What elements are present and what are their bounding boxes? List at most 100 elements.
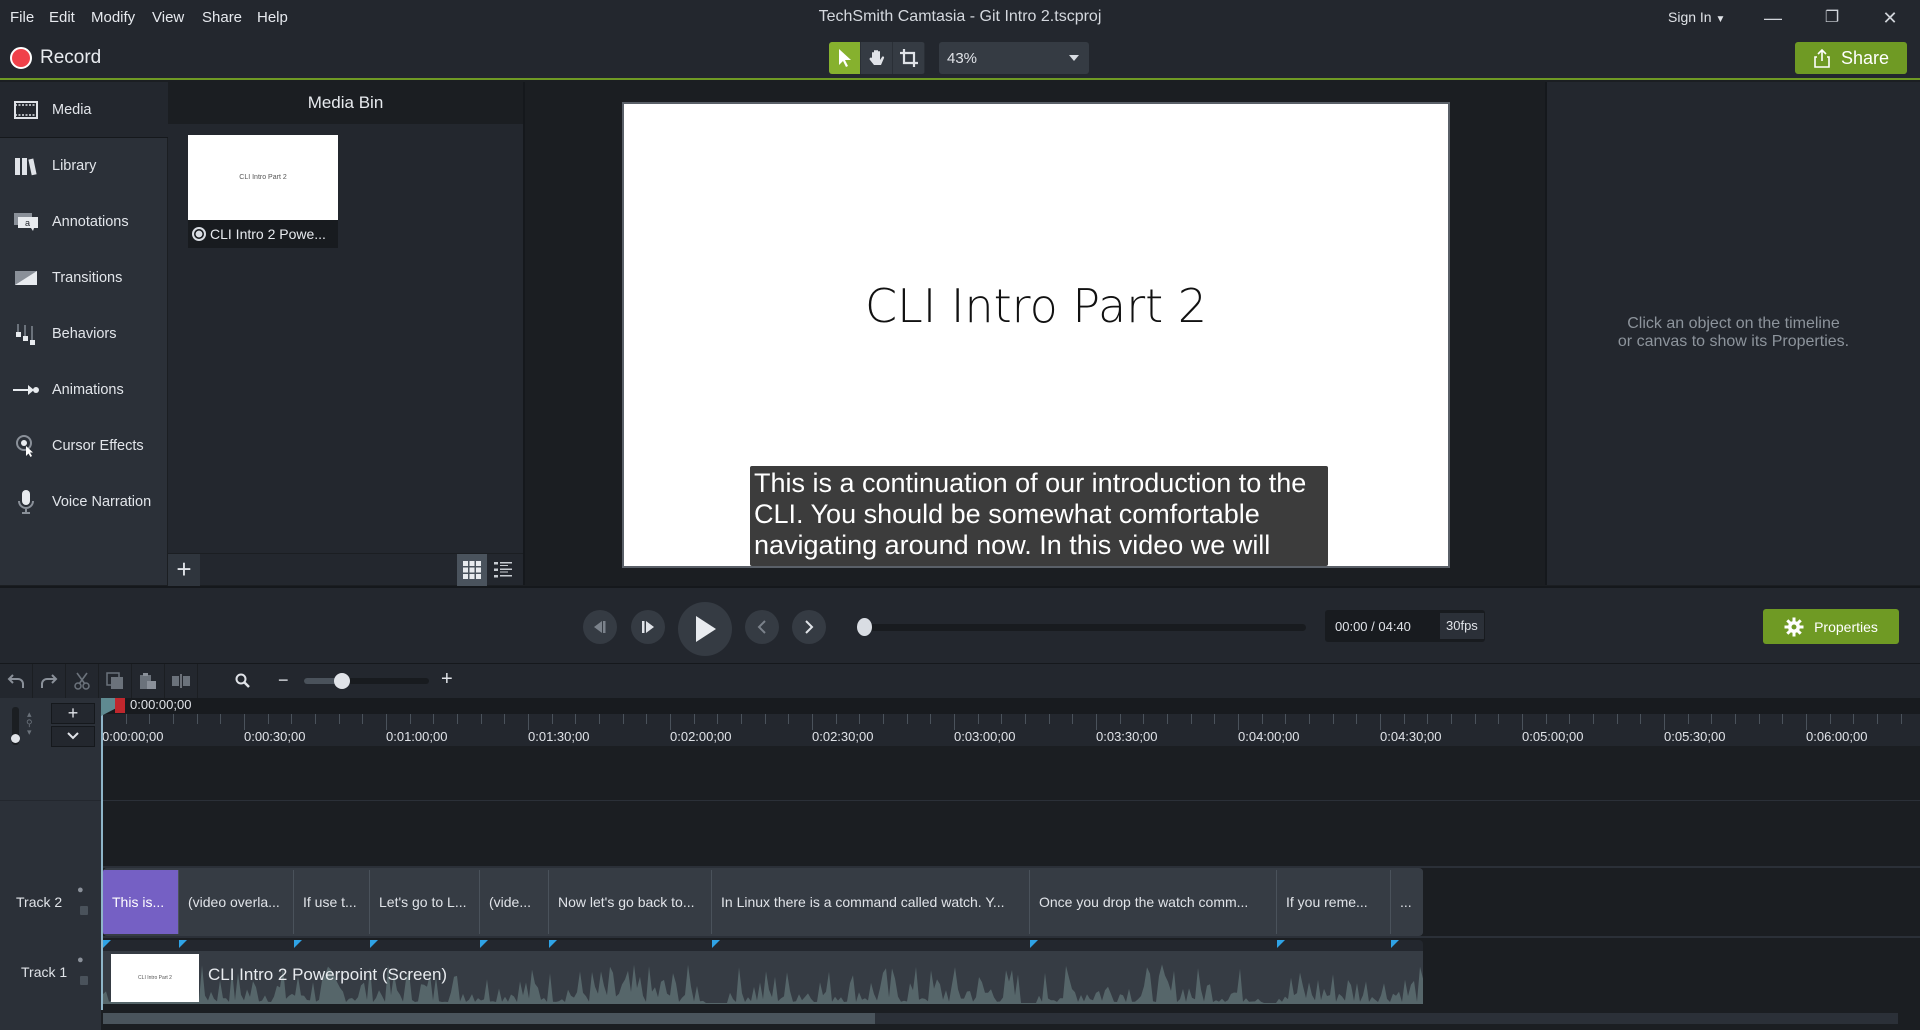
menu-file[interactable]: File [10, 9, 34, 26]
ruler-tick [883, 714, 884, 724]
hand-icon [869, 50, 884, 65]
next-marker-button[interactable] [792, 610, 826, 644]
share-button[interactable]: Share [1795, 42, 1907, 74]
timeline-zoom-slider-handle[interactable] [334, 673, 350, 689]
grid-view-button[interactable] [457, 554, 487, 586]
ruler-tick [836, 714, 837, 724]
playhead-out-handle[interactable] [115, 698, 125, 713]
redo-button[interactable] [33, 664, 66, 698]
ruler-label: 0:02:30;00 [812, 729, 874, 744]
media-bin-footer: + [168, 553, 523, 586]
ruler-tick [315, 714, 316, 724]
grid-icon [463, 561, 481, 579]
undo-button[interactable] [0, 664, 33, 698]
sidebar-item-animations[interactable]: Animations [0, 362, 168, 418]
menu-share[interactable]: Share [202, 9, 242, 26]
scrubber-track[interactable] [868, 624, 1306, 631]
previous-marker-button[interactable] [745, 610, 779, 644]
step-back-button[interactable] [583, 610, 617, 644]
eye-icon[interactable]: ● [77, 884, 84, 896]
ruler-tick [1759, 714, 1760, 724]
media-bin-panel: Media Bin CLI Intro Part 2 CLI Intro 2 P… [168, 82, 525, 586]
lock-icon[interactable] [80, 906, 88, 915]
media-item[interactable]: CLI Intro Part 2 CLI Intro 2 Powe... [188, 135, 338, 248]
play-button[interactable] [678, 602, 732, 656]
sidebar-item-library[interactable]: Library [0, 138, 168, 194]
eye-icon[interactable]: ● [77, 954, 84, 966]
copy-button[interactable] [99, 664, 132, 698]
sign-in-button[interactable]: Sign In ▼ [1668, 9, 1725, 25]
menu-edit[interactable]: Edit [49, 9, 75, 26]
crop-tool-button[interactable] [893, 42, 925, 74]
minimize-button[interactable]: — [1758, 6, 1788, 30]
ruler-tick [1096, 714, 1097, 730]
caption-overlay[interactable]: This is a continuation of our introducti… [750, 466, 1328, 566]
caption-clip[interactable]: ... [1391, 870, 1423, 934]
behaviors-icon [16, 324, 35, 345]
sidebar-item-behaviors[interactable]: Behaviors [0, 306, 168, 362]
sidebar-item-transitions[interactable]: Transitions [0, 250, 168, 306]
media-clip-thumbnail: CLI Intro Part 2 [111, 954, 199, 1002]
track-options-button[interactable] [51, 726, 95, 747]
sidebar-item-media[interactable]: Media [0, 82, 168, 138]
menu-help[interactable]: Help [257, 9, 288, 26]
zoom-out-button[interactable]: − [278, 670, 289, 691]
scrubber-handle[interactable] [857, 618, 872, 636]
menu-view[interactable]: View [152, 9, 184, 26]
chevron-down-icon [67, 732, 79, 740]
caption-clip[interactable]: If you reme... [1277, 870, 1391, 934]
chevron-left-icon [757, 620, 766, 634]
caption-marker [1277, 940, 1285, 948]
list-view-button[interactable] [488, 554, 518, 586]
add-track-button[interactable]: + [51, 703, 95, 724]
ruler-tick [1522, 714, 1523, 730]
ruler-tick [930, 714, 931, 724]
ruler-tick [1238, 714, 1239, 730]
split-button[interactable] [165, 664, 198, 698]
record-button[interactable]: Record [10, 44, 101, 72]
ruler-tick [1475, 714, 1476, 724]
ruler-tick [1617, 714, 1618, 724]
ruler-tick [1830, 714, 1831, 724]
caption-clip[interactable]: Now let's go back to... [549, 870, 712, 934]
cut-button[interactable] [66, 664, 99, 698]
timeline-scrollbar-thumb[interactable] [103, 1013, 875, 1024]
lock-icon[interactable] [80, 976, 88, 985]
menu-modify[interactable]: Modify [91, 9, 135, 26]
timeline-ruler[interactable]: 0:00:00;00 0:00:30;00 0:01:00;00 0:01:30;00… [101, 714, 1920, 746]
canvas-zoom-dropdown[interactable]: 43% [939, 42, 1089, 74]
timeline-scrollbar[interactable] [103, 1013, 1898, 1024]
restore-button[interactable]: ❐ [1817, 6, 1847, 30]
caption-clip[interactable]: If use t... [294, 870, 370, 934]
add-media-button[interactable]: + [168, 554, 200, 586]
caption-clip[interactable]: Once you drop the watch comm... [1030, 870, 1277, 934]
playhead-time: 0:00:00;00 [130, 697, 192, 712]
ruler-tick [741, 714, 742, 724]
ruler-tick [1569, 714, 1570, 724]
sidebar-item-annotations[interactable]: a Annotations [0, 194, 168, 250]
caption-clip[interactable]: In Linux there is a command called watch… [712, 870, 1030, 934]
caption-clip[interactable]: (video overla... [179, 870, 294, 934]
step-forward-icon [642, 621, 654, 633]
media-clip[interactable]: CLI Intro Part 2 CLI Intro 2 Powerpoint … [103, 951, 1423, 1004]
caption-clip[interactable]: This is... [103, 870, 179, 934]
sidebar-item-voice-narration[interactable]: Voice Narration [0, 474, 168, 530]
pan-tool-button[interactable] [861, 42, 893, 74]
caption-marker [1391, 940, 1399, 948]
select-tool-button[interactable] [829, 42, 861, 74]
ruler-tick [244, 714, 245, 730]
sidebar-item-cursor-effects[interactable]: Cursor Effects [0, 418, 168, 474]
share-upload-icon [1814, 48, 1830, 68]
close-button[interactable]: ✕ [1875, 6, 1905, 30]
preview-canvas[interactable]: CLI Intro Part 2 This is a continuation … [622, 102, 1450, 568]
ruler-tick [291, 714, 292, 724]
properties-button[interactable]: Properties [1763, 609, 1899, 644]
track-zoom-icon: ▴ ⚲ ▾ [26, 709, 33, 737]
zoom-in-button[interactable]: + [441, 668, 453, 691]
track-height-handle[interactable] [11, 734, 20, 743]
paste-button[interactable] [132, 664, 165, 698]
properties-button-label: Properties [1814, 618, 1878, 635]
caption-clip[interactable]: (vide... [480, 870, 549, 934]
caption-clip[interactable]: Let's go to L... [370, 870, 480, 934]
step-forward-button[interactable] [631, 610, 665, 644]
